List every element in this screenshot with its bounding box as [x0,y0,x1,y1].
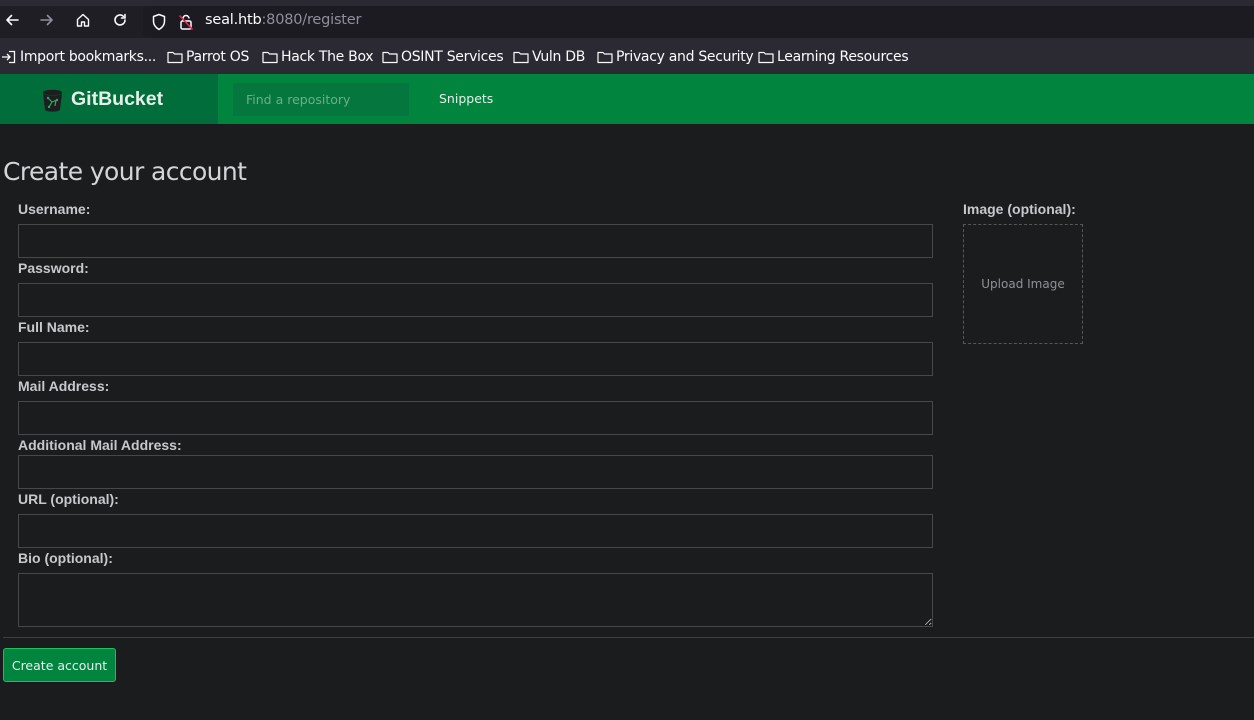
bookmark-label: Import bookmarks... [20,49,157,65]
url-field[interactable] [18,514,933,548]
mail-address-field[interactable] [18,401,933,435]
additional-mail-label: Additional Mail Address: [18,437,182,453]
username-label: Username: [18,201,91,217]
forward-arrow-icon [40,14,53,26]
brand-link[interactable]: GitBucket [0,74,218,124]
browser-toolbar: seal.htb:8080/register [0,0,1254,38]
mail-address-label: Mail Address: [18,378,110,394]
url-path: :8080/register [261,12,362,28]
folder-icon [167,51,183,64]
folder-icon [597,51,613,64]
full-name-field[interactable] [18,342,933,376]
password-field[interactable] [18,283,933,317]
bookmark-folder-parrot-os[interactable]: Parrot OS [167,48,249,66]
bookmark-folder-vuln-db[interactable]: Vuln DB [513,48,585,66]
back-button[interactable] [1,9,23,31]
gitbucket-logo-icon [43,89,62,112]
url-label: URL (optional): [18,491,119,507]
import-icon [2,50,16,64]
image-label: Image (optional): [963,201,1076,217]
folder-icon [513,51,529,64]
form-divider [3,637,1254,638]
tracking-shield-icon[interactable] [151,13,167,31]
bookmark-label: Learning Resources [777,49,909,65]
username-field[interactable] [18,224,933,258]
bookmarks-bar: Import bookmarks... Parrot OS Hack The B… [0,38,1254,73]
bookmark-folder-hack-the-box[interactable]: Hack The Box [262,48,374,66]
bookmark-label: Hack The Box [281,49,374,65]
bookmark-import[interactable]: Import bookmarks... [1,48,156,66]
bookmark-folder-learning-resources[interactable]: Learning Resources [758,48,909,66]
folder-icon [262,51,278,64]
bookmark-folder-osint-services[interactable]: OSINT Services [382,48,504,66]
url-host: seal.htb [205,12,262,28]
home-icon [76,13,90,27]
full-name-label: Full Name: [18,319,90,335]
nav-snippets-link[interactable]: Snippets [439,91,493,106]
additional-mail-field[interactable] [18,455,933,489]
brand-name: GitBucket [71,88,164,110]
page-title: Create your account [3,157,247,186]
bookmark-label: Parrot OS [186,49,250,65]
create-account-button[interactable]: Create account [3,648,116,682]
upload-image-dropzone[interactable]: Upload Image [963,224,1083,344]
bookmark-folder-privacy-security[interactable]: Privacy and Security [597,48,754,66]
back-arrow-icon [6,14,19,26]
bookmark-label: Privacy and Security [616,49,754,65]
folder-icon [382,51,398,64]
bookmark-label: OSINT Services [401,49,504,65]
repository-search-input[interactable] [233,83,409,116]
insecure-lock-icon[interactable] [178,13,194,31]
home-button[interactable] [72,9,94,31]
reload-button[interactable] [109,9,131,31]
folder-icon [758,51,774,64]
bio-label: Bio (optional): [18,550,113,566]
upload-image-label: Upload Image [981,277,1065,291]
reload-icon [114,13,126,26]
bio-textarea[interactable] [18,573,933,627]
forward-button[interactable] [36,9,58,31]
bookmark-label: Vuln DB [532,49,585,65]
password-label: Password: [18,260,89,276]
site-header: GitBucket Snippets [0,73,1254,124]
url-text[interactable]: seal.htb:8080/register [205,12,361,28]
